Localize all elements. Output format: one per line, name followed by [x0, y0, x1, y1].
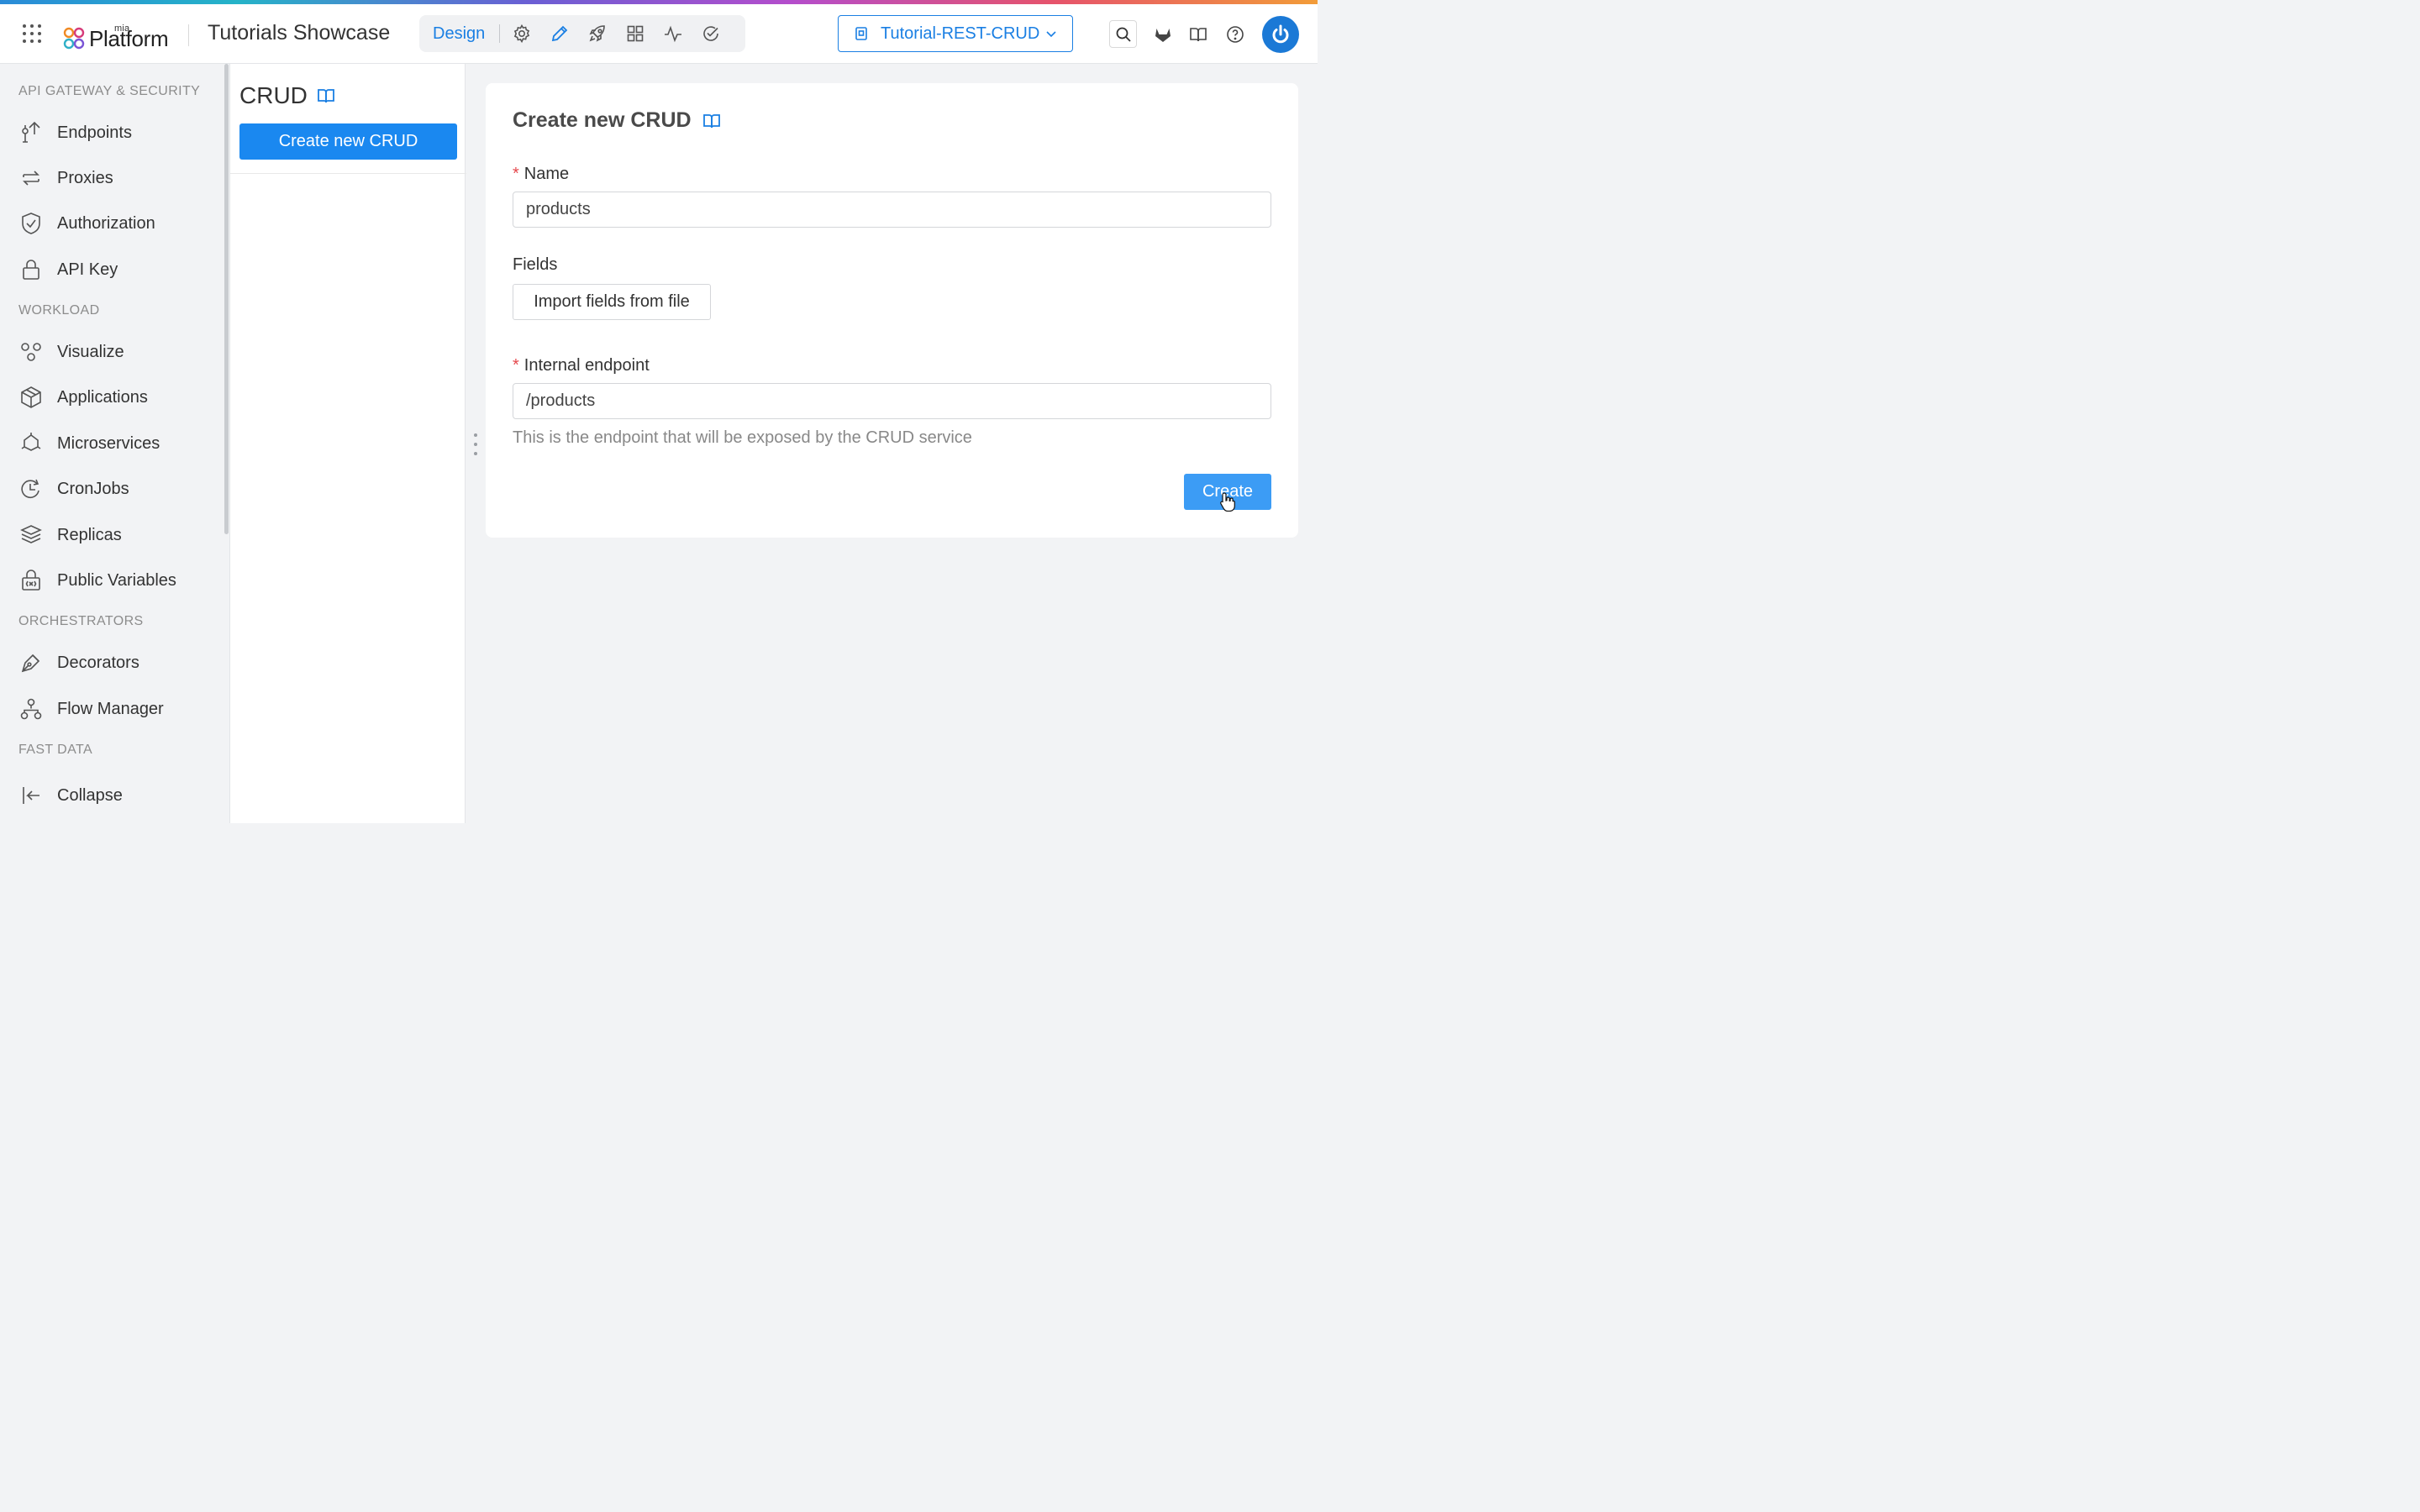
help-icon[interactable] — [1225, 24, 1245, 45]
project-icon — [855, 27, 867, 40]
sidebar-item-endpoints[interactable]: Endpoints — [18, 116, 220, 150]
project-name: Tutorial-REST-CRUD — [881, 24, 1040, 43]
user-avatar[interactable] — [1262, 16, 1299, 53]
microservice-icon — [21, 433, 41, 451]
sidebar-item-label: Authorization — [57, 213, 155, 233]
mia-platform-logo[interactable]: mia Platform — [63, 18, 169, 50]
layers-icon — [20, 525, 42, 543]
sidebar-item-label: Decorators — [57, 653, 139, 672]
create-crud-form: Create new CRUD *Name Fields Import fiel… — [486, 83, 1298, 538]
chevron-down-icon — [1046, 31, 1056, 38]
sidebar-item-visualize[interactable]: Visualize — [18, 335, 220, 369]
endpoint-help-text: This is the endpoint that will be expose… — [513, 428, 972, 447]
fields-label: Fields — [513, 255, 558, 274]
sidebar-item-cronjobs[interactable]: CronJobs — [18, 472, 220, 506]
sidebar: API GATEWAY & SECURITY Endpoints Proxies… — [0, 64, 229, 823]
sidebar-item-label: Flow Manager — [57, 699, 164, 718]
sidebar-collapse[interactable]: Collapse — [18, 779, 220, 812]
sidebar-item-public-variables[interactable]: Public Variables — [18, 564, 220, 597]
section-title-workload: WORKLOAD — [18, 303, 100, 318]
pen-tool-icon — [21, 654, 40, 673]
sidebar-item-microservices[interactable]: Microservices — [18, 427, 220, 460]
crud-heading: CRUD — [239, 82, 336, 109]
package-icon — [21, 386, 41, 408]
nav-separator — [499, 24, 500, 43]
required-mark: * — [513, 356, 519, 375]
company-title[interactable]: Tutorials Showcase — [208, 21, 390, 45]
sidebar-item-label: Visualize — [57, 342, 124, 361]
variables-icon — [22, 570, 40, 591]
internal-endpoint-input[interactable] — [513, 383, 1271, 419]
form-title: Create new CRUD — [513, 108, 692, 132]
section-nav: Design — [419, 15, 745, 52]
collapse-icon — [23, 787, 39, 804]
top-bar: mia Platform Tutorials Showcase Design T… — [0, 4, 1318, 64]
import-fields-button[interactable]: Import fields from file — [513, 284, 711, 320]
endpoints-icon — [22, 121, 40, 143]
sidebar-item-decorators[interactable]: Decorators — [18, 646, 220, 680]
check-circle-icon[interactable] — [701, 24, 721, 44]
sidebar-item-label: Applications — [57, 387, 148, 407]
dashboard-icon[interactable] — [625, 24, 645, 44]
pencil-icon[interactable] — [550, 24, 570, 44]
sidebar-item-proxies[interactable]: Proxies — [18, 161, 220, 195]
name-input[interactable] — [513, 192, 1271, 228]
section-title-api-gateway: API GATEWAY & SECURITY — [18, 84, 201, 98]
crud-list-panel: CRUD Create new CRUD — [229, 64, 466, 823]
flow-icon — [20, 698, 42, 720]
project-selector[interactable]: Tutorial-REST-CRUD — [838, 15, 1073, 52]
form-heading: Create new CRUD — [513, 108, 722, 133]
hand-cursor-icon — [1220, 492, 1235, 512]
clock-icon — [21, 479, 39, 498]
logo-mark-icon — [63, 27, 85, 50]
logo-small-text: mia — [114, 24, 130, 34]
name-label: * Name — [513, 165, 569, 184]
sidebar-item-api-key[interactable]: API Key — [18, 253, 220, 286]
search-button[interactable] — [1109, 20, 1137, 48]
sidebar-item-replicas[interactable]: Replicas — [18, 518, 220, 552]
sidebar-item-authorization[interactable]: Authorization — [18, 207, 220, 240]
lock-icon — [23, 260, 39, 280]
sidebar-item-label: API Key — [57, 260, 118, 279]
gear-icon[interactable] — [512, 24, 532, 44]
collapse-label: Collapse — [57, 785, 123, 805]
gitlab-icon[interactable] — [1153, 24, 1173, 45]
sidebar-item-label: Microservices — [57, 433, 160, 453]
swap-icon — [23, 171, 39, 186]
shield-check-icon — [22, 213, 40, 234]
crud-title: CRUD — [239, 82, 308, 108]
sidebar-item-label: CronJobs — [57, 479, 129, 498]
create-new-crud-button[interactable]: Create new CRUD — [239, 123, 457, 160]
sidebar-scrollbar[interactable] — [224, 64, 229, 534]
sidebar-item-flow-manager[interactable]: Flow Manager — [18, 692, 220, 726]
search-icon — [1116, 27, 1131, 42]
resize-handle-icon[interactable] — [472, 432, 479, 457]
sidebar-item-label: Public Variables — [57, 570, 176, 590]
sidebar-item-label: Proxies — [57, 168, 113, 187]
rocket-icon[interactable] — [587, 24, 608, 44]
book-icon[interactable] — [316, 86, 336, 106]
required-mark: * — [513, 165, 519, 183]
divider — [230, 173, 466, 174]
book-icon[interactable] — [702, 111, 722, 131]
pulse-icon[interactable] — [663, 24, 683, 44]
section-title-orchestrators: ORCHESTRATORS — [18, 614, 144, 628]
section-title-fast-data: FAST DATA — [18, 743, 93, 757]
endpoint-label-text: Internal endpoint — [523, 356, 650, 375]
sidebar-item-label: Endpoints — [57, 123, 132, 142]
nodes-icon — [21, 343, 41, 361]
divider — [188, 24, 189, 46]
sidebar-item-applications[interactable]: Applications — [18, 381, 220, 414]
endpoint-label: * Internal endpoint — [513, 356, 650, 375]
sidebar-item-label: Replicas — [57, 525, 122, 544]
book-icon[interactable] — [1188, 24, 1208, 45]
name-label-text: Name — [523, 165, 570, 183]
power-icon — [1272, 24, 1289, 44]
tab-design[interactable]: Design — [433, 24, 490, 44]
apps-grid-icon[interactable] — [22, 24, 42, 44]
